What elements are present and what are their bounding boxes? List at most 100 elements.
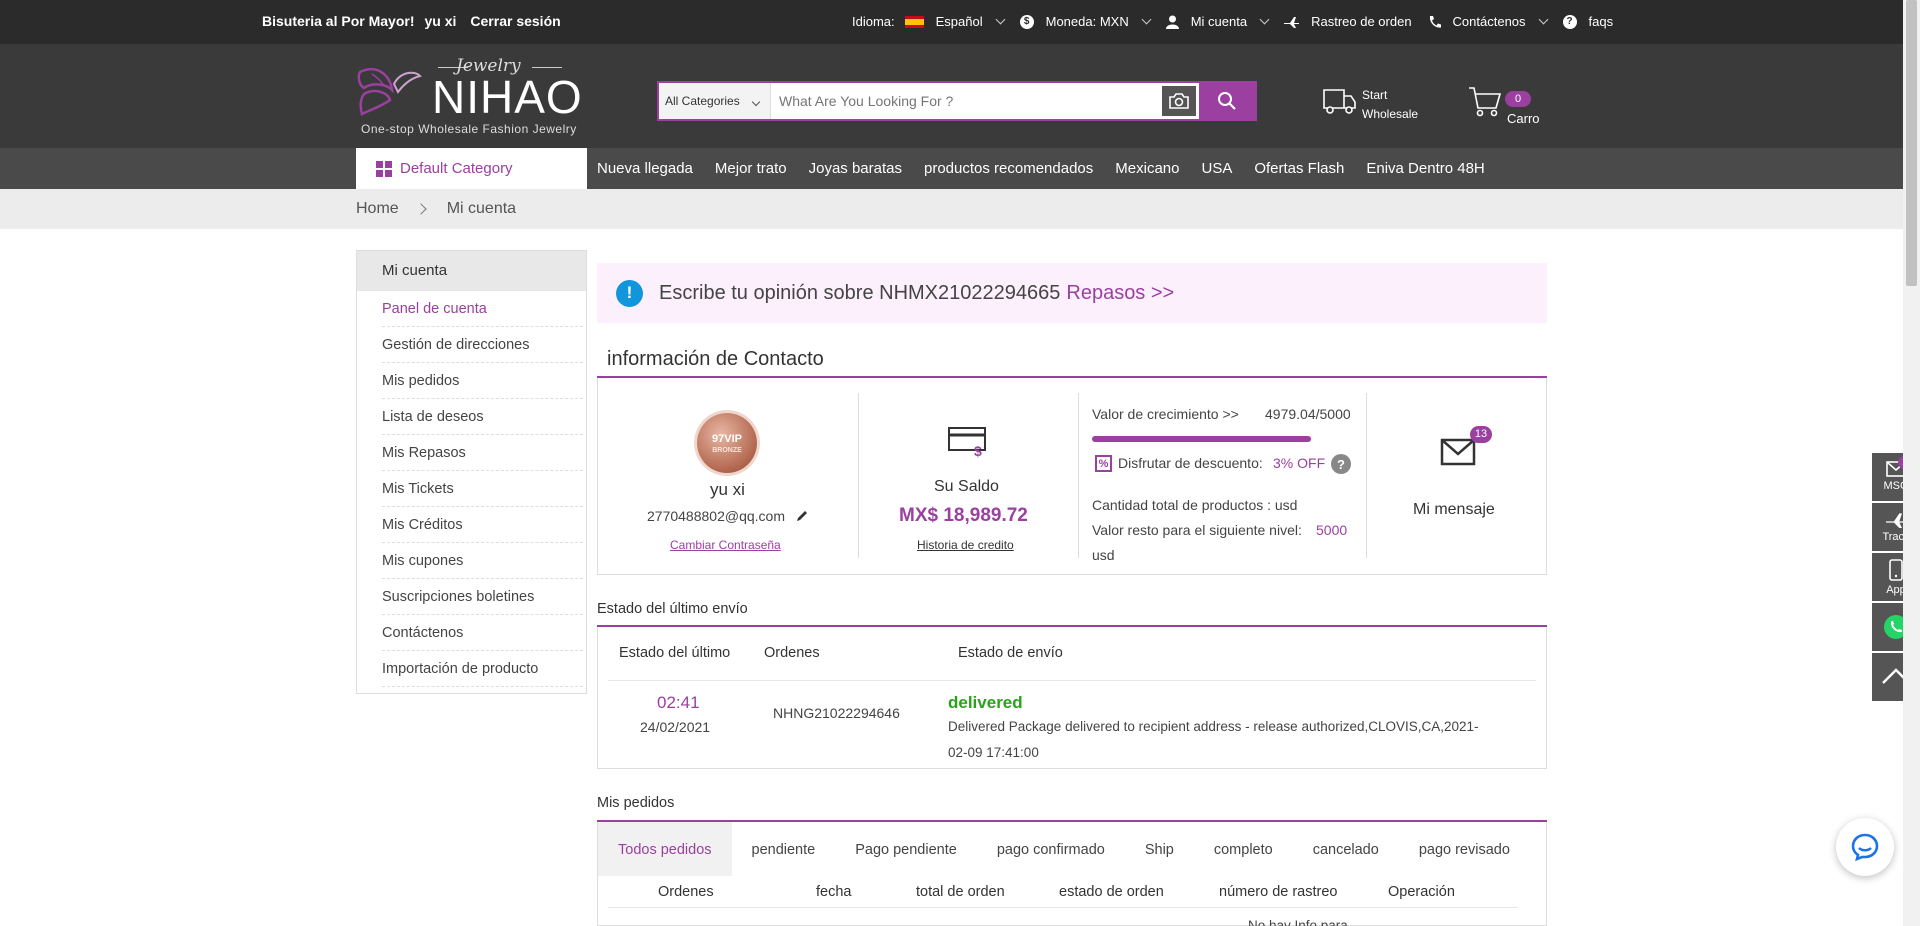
site-logo[interactable]: Jewelry NIHAO One-stop Wholesale Fashion… — [356, 54, 586, 138]
breadcrumb: Home Mi cuenta — [0, 189, 1920, 229]
chevron-down-icon — [1259, 14, 1270, 25]
wallet-icon: $ — [948, 427, 986, 458]
contact-label: Contáctenos — [1452, 14, 1526, 29]
balance-label: Su Saldo — [934, 478, 999, 495]
sidebar-item-reviews[interactable]: Mis Repasos — [382, 435, 583, 471]
page-scrollbar[interactable] — [1903, 0, 1920, 926]
nav-item[interactable]: USA — [1201, 160, 1232, 177]
credit-history-link[interactable]: Historia de credito — [917, 538, 1014, 552]
orders-empty-message: No hay Info para — [1248, 918, 1348, 926]
butterfly-logo-icon — [357, 67, 422, 116]
order-tracking-link[interactable]: Rastreo de orden — [1284, 14, 1412, 29]
growth-label-link[interactable]: Valor de crecimiento >> — [1092, 406, 1239, 422]
tab-complete[interactable]: completo — [1194, 822, 1293, 876]
tab-payment-confirmed[interactable]: pago confirmado — [977, 822, 1125, 876]
next-level-value: 5000 — [1316, 522, 1348, 538]
column-header: Ordenes — [764, 645, 820, 661]
change-password-link[interactable]: Cambiar Contraseña — [670, 538, 781, 552]
wholesale-line1: Start — [1362, 88, 1388, 102]
account-menu[interactable]: Mi cuenta — [1165, 14, 1270, 29]
shipment-time: 02:41 — [657, 693, 700, 712]
sidebar-item-wishlist[interactable]: Lista de deseos — [382, 399, 583, 435]
default-category-label: Default Category — [400, 160, 513, 177]
column-divider — [1366, 393, 1367, 558]
sidebar-item-product-import[interactable]: Importación de producto — [382, 651, 583, 687]
column-header: fecha — [816, 884, 852, 900]
shipment-detail: 02-09 17:41:00 — [948, 745, 1039, 760]
logout-link[interactable]: Cerrar sesión — [470, 13, 560, 29]
vip-badge: 97VIP BRONZE — [697, 413, 757, 473]
sidebar-item-contact[interactable]: Contáctenos — [382, 615, 583, 651]
tab-ship[interactable]: Ship — [1125, 822, 1194, 876]
shipment-detail: Delivered Package delivered to recipient… — [948, 719, 1479, 734]
currency-selector[interactable]: $ Moneda: MXN — [1019, 14, 1152, 29]
nav-item[interactable]: Eniva Dentro 48H — [1366, 160, 1484, 177]
camera-icon — [1169, 93, 1189, 109]
growth-progress-fill — [1092, 436, 1312, 442]
cart-icon — [1469, 87, 1502, 117]
default-category-menu[interactable]: Default Category — [356, 148, 587, 189]
tab-all-orders[interactable]: Todos pedidos — [598, 822, 732, 876]
live-chat-button[interactable] — [1836, 818, 1894, 876]
logo-line — [532, 67, 562, 68]
tab-payment-reviewed[interactable]: pago revisado — [1399, 822, 1530, 876]
mail-icon — [1440, 438, 1476, 466]
nav-item[interactable]: productos recomendados — [924, 160, 1093, 177]
account-label: Mi cuenta — [1190, 14, 1248, 29]
sidebar-item-addresses[interactable]: Gestión de direcciones — [382, 327, 583, 363]
message-count-badge: 13 — [1470, 426, 1492, 443]
breadcrumb-home[interactable]: Home — [356, 200, 399, 218]
scrollbar-thumb[interactable] — [1906, 0, 1917, 286]
search-category-value: All Categories — [665, 94, 740, 108]
shipment-status: delivered — [948, 693, 1023, 712]
sidebar-item-dashboard[interactable]: Panel de cuenta — [382, 291, 583, 327]
column-header: Operación — [1388, 884, 1455, 900]
column-divider — [1078, 393, 1079, 558]
language-selector[interactable]: Idioma: Español — [852, 14, 1006, 29]
column-header: total de orden — [916, 884, 1005, 900]
contact-menu[interactable]: Contáctenos — [1428, 14, 1548, 29]
discount-value: 3% OFF — [1273, 455, 1326, 471]
review-notice-text: Escribe tu opinión sobre NHMX21022294665 — [659, 281, 1061, 304]
sidebar-item-orders[interactable]: Mis pedidos — [382, 363, 583, 399]
user-icon — [1165, 15, 1179, 29]
sidebar-item-coupons[interactable]: Mis cupones — [382, 543, 583, 579]
tab-cancelled[interactable]: cancelado — [1293, 822, 1399, 876]
edit-icon[interactable] — [796, 509, 809, 522]
tab-pending[interactable]: pendiente — [732, 822, 836, 876]
question-icon: ? — [1562, 14, 1577, 29]
sidebar-item-newsletter[interactable]: Suscripciones boletines — [382, 579, 583, 615]
customer-email: 2770488802@qq.com — [647, 508, 785, 524]
discount-label: Disfrutar de descuento: — [1118, 455, 1263, 471]
sidebar-item-tickets[interactable]: Mis Tickets — [382, 471, 583, 507]
sidebar-title: Mi cuenta — [357, 251, 586, 291]
search-button[interactable] — [1199, 83, 1255, 119]
search-category-select[interactable]: All Categories — [659, 83, 771, 119]
tracking-label: Rastreo de orden — [1311, 14, 1412, 29]
shipment-order-number[interactable]: NHNG21022294646 — [773, 705, 900, 721]
info-icon: ! — [616, 279, 643, 307]
search-icon — [1218, 92, 1236, 110]
page: Bisuteria al Por Mayor! yu xi Cerrar ses… — [0, 0, 1920, 926]
plane-icon — [1284, 16, 1300, 28]
chat-bubble-icon — [1851, 833, 1879, 862]
nav-item[interactable]: Mejor trato — [715, 160, 787, 177]
svg-text:$: $ — [974, 443, 982, 458]
sidebar-item-credits[interactable]: Mis Créditos — [382, 507, 583, 543]
help-icon[interactable]: ? — [1331, 454, 1351, 474]
nav-item[interactable]: Nueva llegada — [597, 160, 693, 177]
language-label: Idioma: — [852, 14, 895, 29]
faqs-link[interactable]: ? faqs — [1562, 14, 1613, 29]
user-name-link[interactable]: yu xi — [425, 13, 457, 29]
nav-item[interactable]: Ofertas Flash — [1254, 160, 1344, 177]
chevron-right-icon — [415, 203, 427, 215]
tab-payment-pending[interactable]: Pago pendiente — [835, 822, 977, 876]
shipping-section-title: Estado del último envío — [597, 601, 748, 617]
review-link[interactable]: Repasos >> — [1066, 282, 1174, 305]
column-header: Estado de envío — [958, 645, 1063, 661]
nav-item[interactable]: Joyas baratas — [809, 160, 902, 177]
contact-panel: 97VIP BRONZE yu xi 2770488802@qq.com Cam… — [597, 378, 1547, 575]
image-search-button[interactable] — [1162, 86, 1196, 116]
nav-item[interactable]: Mexicano — [1115, 160, 1179, 177]
search-input[interactable] — [779, 89, 1159, 113]
